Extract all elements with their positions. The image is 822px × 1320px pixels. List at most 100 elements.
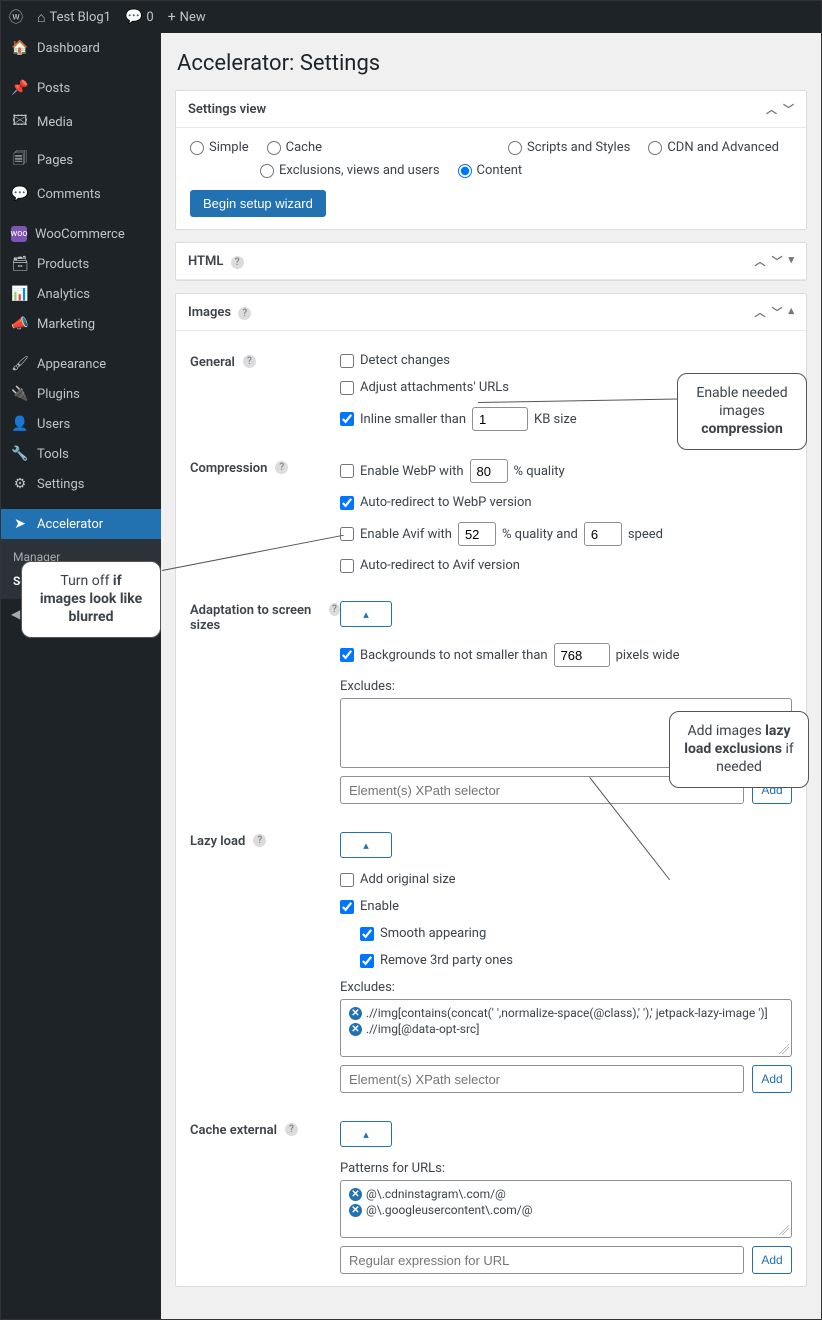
panel-title-images: Images [188,305,231,320]
chk-remove-3rd-party[interactable] [360,954,374,968]
plugins-icon: 🔌 [11,386,29,402]
list-lazy-excludes[interactable]: ✕.//img[contains(concat(' ',normalize-sp… [340,999,792,1057]
input-inline-size[interactable] [472,407,528,431]
radio-simple[interactable]: Simple [190,140,249,155]
section-adaptation: Adaptation to screen sizes [190,603,321,633]
comments-link[interactable]: 💬 0 [125,9,154,25]
radio-exclusions[interactable]: Exclusions, views and users [260,163,440,178]
chevron-up-icon[interactable]: ︿ [766,101,777,117]
wp-logo[interactable]: ⓦ [9,7,23,27]
users-icon: 👤 [11,416,29,432]
caret-down-icon[interactable]: ▾ [788,253,794,269]
label-url-patterns: Patterns for URLs: [340,1161,792,1176]
menu-users[interactable]: 👤Users [1,409,161,439]
menu-products[interactable]: 🗃Products [1,249,161,279]
help-icon[interactable]: ? [253,834,266,847]
admin-sidebar: 🏠Dashboard 📌Posts 🖾Media 🗐Pages 💬Comment… [1,33,161,1319]
input-avif-quality[interactable] [458,522,496,546]
pages-icon: 🗐 [11,148,29,172]
panel-settings-view: Settings view ︿ ﹀ Simple Cache Scripts a… [175,90,807,230]
help-icon[interactable]: ? [238,307,251,320]
chk-enable-webp[interactable] [340,464,354,478]
chk-smooth-appearing[interactable] [360,927,374,941]
input-avif-speed[interactable] [584,522,622,546]
remove-exclude-icon[interactable]: ✕ [349,1007,362,1020]
comments-count: 0 [146,10,153,25]
remove-pattern-icon[interactable]: ✕ [349,1188,362,1201]
collapse-cache-button[interactable]: ▴ [340,1121,392,1147]
new-link[interactable]: + New [168,9,206,25]
collapse-icon: ◀ [11,607,20,621]
menu-accelerator[interactable]: ➤Accelerator [1,509,161,539]
chk-add-original-size[interactable] [340,873,354,887]
section-cache-external: Cache external [190,1123,277,1138]
list-url-patterns[interactable]: ✕@\.cdninstagram\.com/@ ✕@\.googleuserco… [340,1180,792,1238]
chk-adjust-urls[interactable] [340,381,354,395]
remove-exclude-icon[interactable]: ✕ [349,1023,362,1036]
comment-icon: 💬 [125,9,142,25]
chk-auto-webp[interactable] [340,496,354,510]
menu-appearance[interactable]: 🖌Appearance [1,349,161,379]
chevron-down-icon[interactable]: ﹀ [771,304,782,320]
chk-auto-avif[interactable] [340,559,354,573]
input-bg-width[interactable] [554,643,610,667]
menu-dashboard[interactable]: 🏠Dashboard [1,33,161,63]
help-icon[interactable]: ? [329,603,340,616]
help-icon[interactable]: ? [243,355,256,368]
radio-scripts[interactable]: Scripts and Styles [508,140,630,155]
chevron-down-icon[interactable]: ﹀ [771,253,782,269]
add-url-pattern-button[interactable]: Add [752,1246,792,1274]
menu-plugins[interactable]: 🔌Plugins [1,379,161,409]
comments-icon: 💬 [11,186,29,202]
chevron-down-icon[interactable]: ﹀ [783,101,794,117]
label-lazy-excludes: Excludes: [340,980,792,995]
menu-posts[interactable]: 📌Posts [1,73,161,103]
panel-html: HTML ? ︿ ﹀ ▾ [175,242,807,281]
input-webp-quality[interactable] [470,459,508,483]
menu-media[interactable]: 🖾Media [1,103,161,141]
menu-settings[interactable]: ⚙Settings [1,469,161,499]
callout-lazy-exclusions: Add images lazy load exclusions if neede… [669,711,809,788]
page-title: Accelerator: Settings [177,51,807,76]
add-lazy-exclude-button[interactable]: Add [752,1065,792,1093]
radio-cache[interactable]: Cache [267,140,322,155]
menu-comments[interactable]: 💬Comments [1,179,161,209]
panel-title-settings-view: Settings view [188,102,266,117]
menu-tools[interactable]: 🔧Tools [1,439,161,469]
site-name: Test Blog1 [49,10,111,25]
caret-up-icon[interactable]: ▴ [788,304,794,320]
collapse-adaptation-button[interactable]: ▴ [340,601,392,627]
collapse-lazy-button[interactable]: ▴ [340,832,392,858]
chevron-up-icon[interactable]: ︿ [754,304,765,320]
callout-compression: Enable needed images compression [677,373,807,450]
wordpress-icon: ⓦ [9,7,23,27]
remove-pattern-icon[interactable]: ✕ [349,1204,362,1217]
new-label: New [180,10,206,25]
radio-cdn[interactable]: CDN and Advanced [648,140,779,155]
section-lazy-load: Lazy load [190,834,245,849]
section-general: General [190,355,235,370]
main-content: Accelerator: Settings Settings view ︿ ﹀ … [161,33,821,1319]
radio-content[interactable]: Content [458,163,523,178]
dashboard-icon: 🏠 [11,40,29,56]
site-link[interactable]: ⌂ Test Blog1 [37,9,111,26]
input-lazy-xpath[interactable] [340,1065,744,1093]
menu-woocommerce[interactable]: wooWooCommerce [1,219,161,249]
chk-lazy-enable[interactable] [340,900,354,914]
begin-wizard-button[interactable]: Begin setup wizard [190,190,326,217]
help-icon[interactable]: ? [231,256,244,269]
marketing-icon: 📣 [11,316,29,332]
chk-detect-changes[interactable] [340,354,354,368]
tools-icon: 🔧 [11,446,29,462]
chk-backgrounds-min[interactable] [340,648,354,662]
media-icon: 🖾 [11,110,29,134]
analytics-icon: 📊 [11,286,29,302]
menu-analytics[interactable]: 📊Analytics [1,279,161,309]
help-icon[interactable]: ? [285,1123,298,1136]
menu-pages[interactable]: 🗐Pages [1,141,161,179]
help-icon[interactable]: ? [275,461,288,474]
chevron-up-icon[interactable]: ︿ [754,253,765,269]
input-url-pattern[interactable] [340,1246,744,1274]
menu-marketing[interactable]: 📣Marketing [1,309,161,339]
chk-inline-smaller[interactable] [340,412,354,426]
